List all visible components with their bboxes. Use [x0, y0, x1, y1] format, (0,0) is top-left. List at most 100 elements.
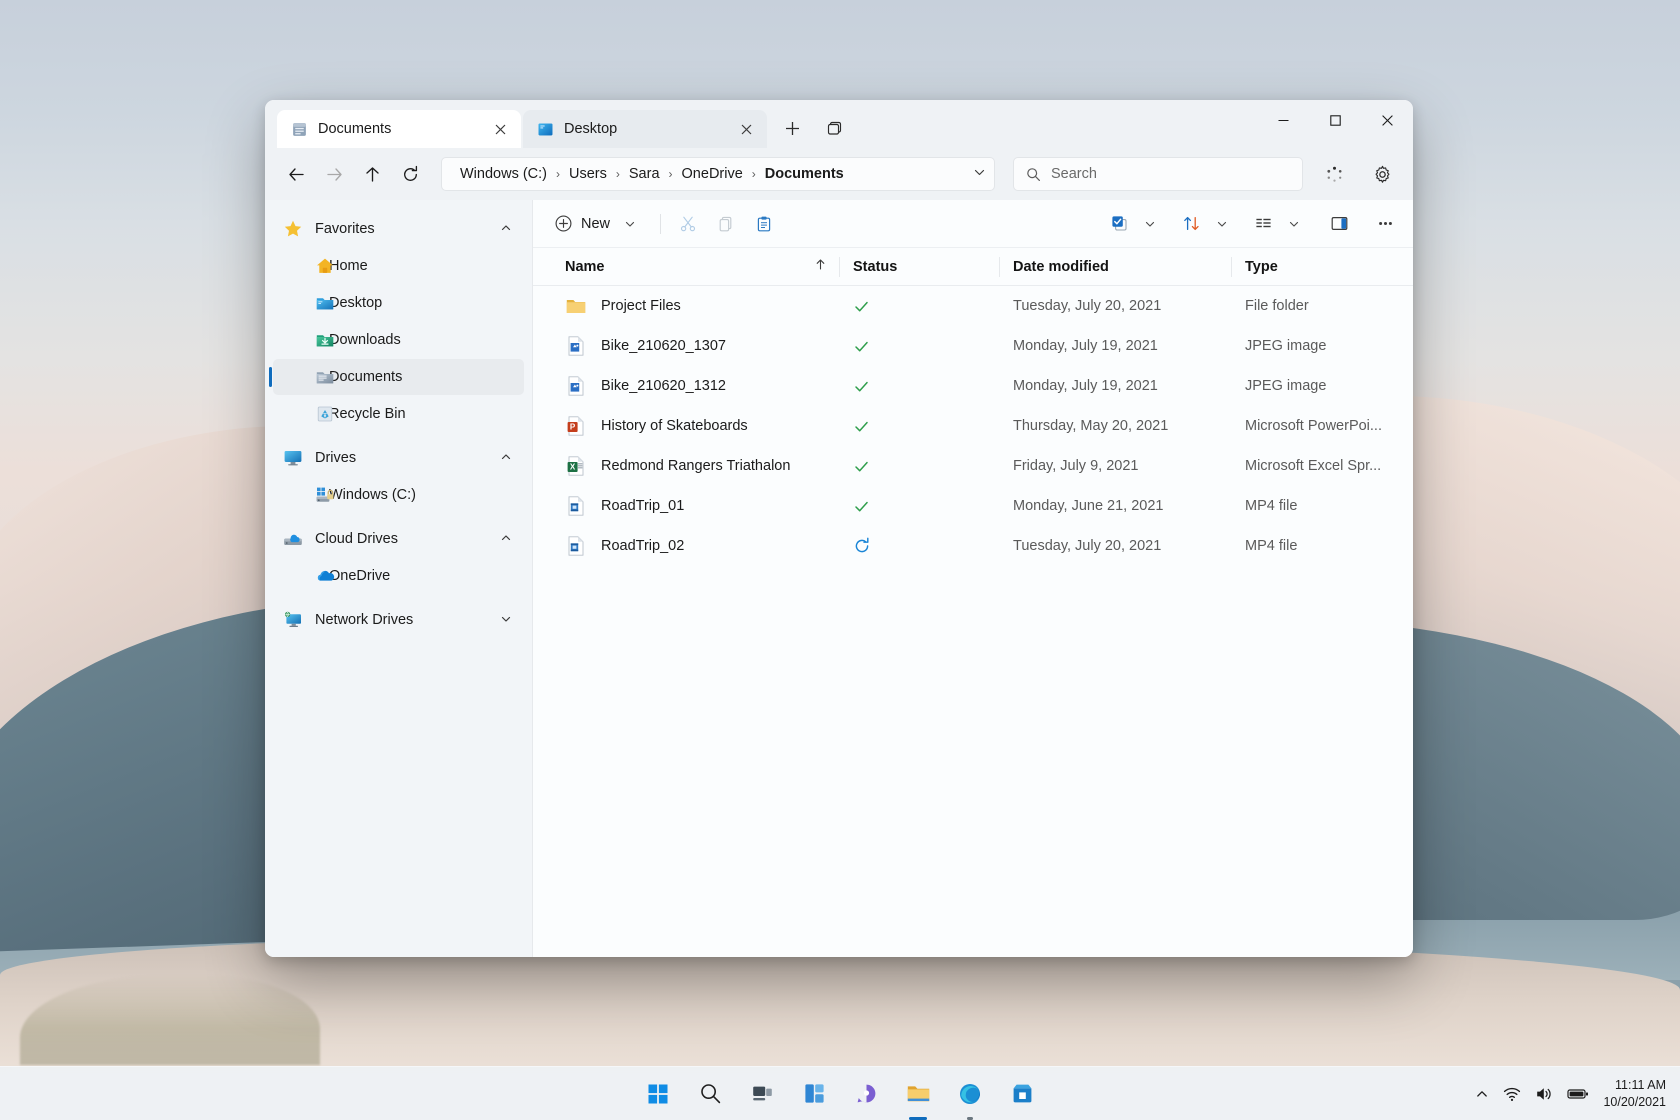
settings-button[interactable]	[1365, 157, 1399, 191]
table-row[interactable]: Bike_210620_1312 Monday, July 19, 2021 J…	[533, 366, 1413, 406]
breadcrumb-dropdown-button[interactable]	[965, 166, 986, 183]
copilot-button[interactable]	[1317, 157, 1351, 191]
sort-caret[interactable]	[1211, 208, 1233, 240]
volume-button[interactable]	[1535, 1085, 1553, 1103]
task-view-button[interactable]	[740, 1072, 784, 1116]
close-icon	[495, 124, 506, 135]
minimize-button[interactable]	[1257, 100, 1309, 140]
tab-close-button[interactable]	[735, 118, 757, 140]
chevron-down-icon	[1144, 218, 1156, 230]
refresh-button[interactable]	[393, 157, 427, 191]
sidebar-item-label: Windows (C:)	[329, 487, 524, 503]
chevron-up-icon[interactable]	[500, 222, 512, 237]
cell-status	[839, 418, 999, 435]
sidebar-item-onedrive[interactable]: OneDrive	[273, 558, 524, 594]
column-header-status[interactable]: Status	[839, 248, 999, 285]
column-header-date-modified[interactable]: Date modified	[999, 248, 1231, 285]
search-input[interactable]: Search	[1051, 166, 1097, 182]
table-row[interactable]: RoadTrip_01 Monday, June 21, 2021 MP4 fi…	[533, 486, 1413, 526]
select-all-caret[interactable]	[1139, 208, 1161, 240]
tab-documents[interactable]: Documents	[277, 110, 521, 148]
tab-list-icon	[826, 120, 843, 137]
sidebar-item-windows-c[interactable]: Windows (C:)	[273, 477, 524, 513]
desktop: Documents	[0, 0, 1680, 1120]
file-explorer-button[interactable]	[896, 1072, 940, 1116]
content-pane: New	[533, 200, 1413, 957]
sidebar-item-recycle-bin[interactable]: Recycle Bin	[273, 396, 524, 432]
command-bar-divider	[660, 214, 661, 234]
back-button[interactable]	[279, 157, 313, 191]
more-options-button[interactable]	[1367, 208, 1403, 240]
view-caret[interactable]	[1283, 208, 1305, 240]
sidebar-item-desktop[interactable]: Desktop	[273, 285, 524, 321]
sort-button[interactable]	[1173, 208, 1209, 240]
svg-text:P: P	[570, 423, 576, 432]
maximize-button[interactable]	[1309, 100, 1361, 140]
plus-icon	[785, 121, 800, 136]
new-tab-button[interactable]	[775, 111, 809, 145]
breadcrumb-item-0[interactable]: Windows (C:)	[456, 166, 551, 182]
sidebar-group-network-drives[interactable]: Network Drives	[273, 602, 524, 638]
taskbar-buttons	[636, 1067, 1044, 1120]
search-icon	[1026, 167, 1041, 182]
table-row[interactable]: X Redmond Rangers Triathalon	[533, 446, 1413, 486]
sidebar-item-downloads[interactable]: Downloads	[273, 322, 524, 358]
edge-button[interactable]	[948, 1072, 992, 1116]
monitor-icon	[283, 448, 303, 468]
new-button[interactable]: New	[545, 208, 651, 240]
breadcrumb-item-1[interactable]: Users	[565, 166, 611, 182]
cell-type: MP4 file	[1231, 538, 1413, 554]
table-row[interactable]: P History of Skateboards Thursday, May 2…	[533, 406, 1413, 446]
chevron-up-icon[interactable]	[500, 532, 512, 547]
tab-label: Documents	[318, 121, 479, 137]
close-button[interactable]	[1361, 100, 1413, 140]
tab-desktop[interactable]: Desktop	[523, 110, 767, 148]
chat-button[interactable]	[844, 1072, 888, 1116]
column-header-type[interactable]: Type	[1231, 248, 1413, 285]
table-row[interactable]: Bike_210620_1307 Monday, July 19, 2021 J…	[533, 326, 1413, 366]
breadcrumb[interactable]: Windows (C:) › Users › Sara › OneDrive ›…	[441, 157, 995, 191]
sidebar-group-cloud-drives[interactable]: Cloud Drives	[273, 521, 524, 557]
column-header-name[interactable]: Name	[551, 248, 839, 285]
table-row[interactable]: RoadTrip_02 Tuesday, July 20, 2021 MP4 f…	[533, 526, 1413, 566]
up-button[interactable]	[355, 157, 389, 191]
new-button-caret[interactable]	[619, 208, 641, 240]
file-explorer-icon	[906, 1081, 931, 1106]
store-button[interactable]	[1000, 1072, 1044, 1116]
breadcrumb-item-4[interactable]: Documents	[761, 166, 848, 182]
cell-date-modified: Friday, July 9, 2021	[999, 458, 1231, 474]
address-bar: Windows (C:) › Users › Sara › OneDrive ›…	[265, 148, 1413, 200]
sidebar-item-documents[interactable]: Documents	[273, 359, 524, 395]
tab-list-button[interactable]	[817, 111, 851, 145]
clock[interactable]: 11:11 AM 10/20/2021	[1603, 1077, 1666, 1111]
view-button[interactable]	[1245, 208, 1281, 240]
tab-close-button[interactable]	[489, 118, 511, 140]
table-row[interactable]: Project Files Tuesday, July 20, 2021 Fil…	[533, 286, 1413, 326]
sort-ascending-arrow-icon	[814, 258, 827, 275]
search-box[interactable]: Search	[1013, 157, 1303, 191]
chevron-up-icon[interactable]	[500, 451, 512, 466]
wifi-button[interactable]	[1503, 1085, 1521, 1103]
breadcrumb-item-2[interactable]: Sara	[625, 166, 664, 182]
sidebar-group-drives[interactable]: Drives	[273, 440, 524, 476]
windows-drive-icon	[315, 485, 335, 505]
chevron-down-icon[interactable]	[500, 613, 512, 628]
cut-button[interactable]	[670, 208, 706, 240]
start-button[interactable]	[636, 1072, 680, 1116]
details-pane-button[interactable]	[1321, 208, 1357, 240]
battery-button[interactable]	[1567, 1087, 1589, 1101]
copy-button[interactable]	[708, 208, 744, 240]
sidebar-item-home[interactable]: Home	[273, 248, 524, 284]
forward-button[interactable]	[317, 157, 351, 191]
select-all-button[interactable]	[1101, 208, 1137, 240]
paste-button[interactable]	[746, 208, 782, 240]
tab-label: Desktop	[564, 121, 725, 137]
tray-overflow-button[interactable]	[1475, 1087, 1489, 1101]
sidebar-item-label: Desktop	[329, 295, 524, 311]
search-button[interactable]	[688, 1072, 732, 1116]
green-check-icon	[853, 418, 870, 435]
sidebar-item-label: OneDrive	[329, 568, 524, 584]
sidebar-group-favorites[interactable]: Favorites	[273, 211, 524, 247]
breadcrumb-item-3[interactable]: OneDrive	[678, 166, 747, 182]
widgets-button[interactable]	[792, 1072, 836, 1116]
